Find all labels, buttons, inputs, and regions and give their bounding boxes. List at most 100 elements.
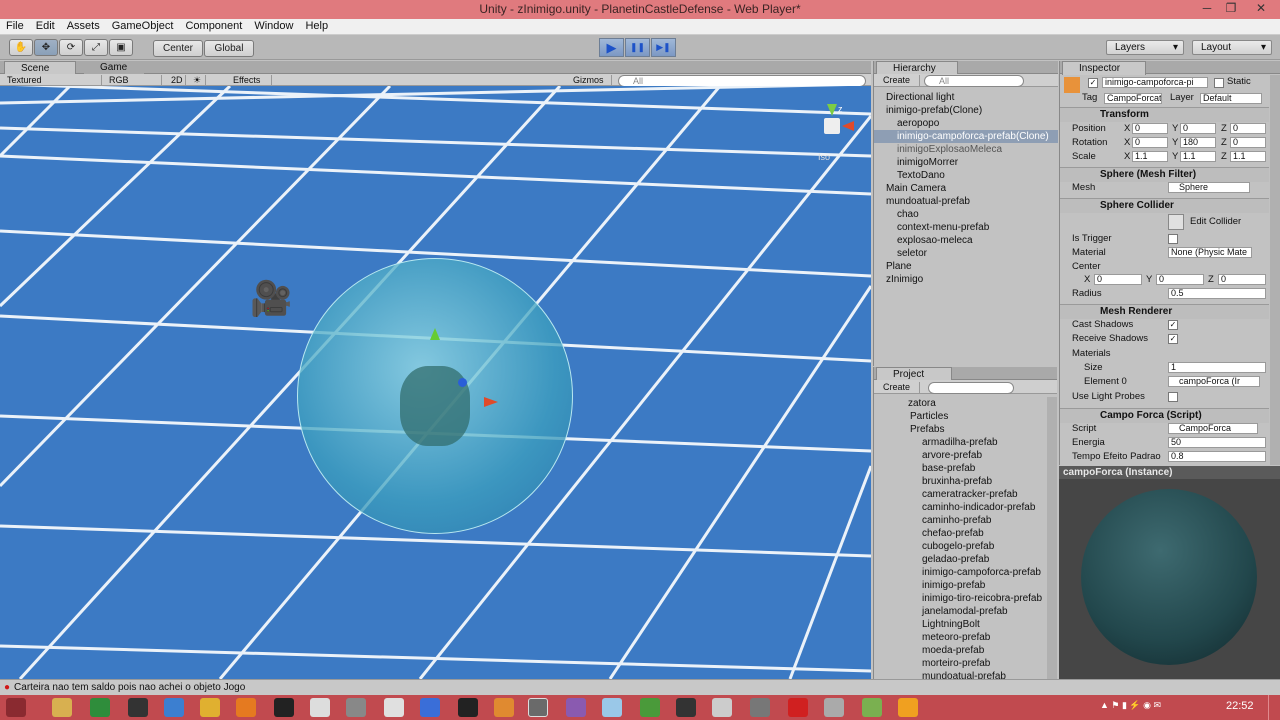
list-item-selected[interactable]: inimigo-campoforca-prefab(Clone)	[874, 130, 1058, 143]
list-item[interactable]: mundoatual-prefab	[874, 670, 1044, 679]
app-icon[interactable]	[384, 698, 404, 717]
cast-shadows-checkbox[interactable]: ✓	[1168, 320, 1178, 330]
show-desktop-button[interactable]	[1268, 695, 1280, 720]
start-icon[interactable]	[6, 698, 26, 717]
list-item[interactable]: base-prefab	[874, 462, 1044, 475]
project-create-dropdown[interactable]: Create	[878, 382, 920, 394]
app-icon[interactable]	[566, 698, 586, 717]
element-field[interactable]: campoForca (Ir	[1168, 376, 1260, 387]
list-item[interactable]: bruxinha-prefab	[874, 475, 1044, 488]
menu-assets[interactable]: Assets	[61, 19, 106, 34]
list-item[interactable]: mundoatual-prefab	[874, 195, 1058, 208]
material-field[interactable]: None (Physic Mate	[1168, 247, 1252, 258]
project-search-input[interactable]	[928, 382, 1014, 394]
tab-inspector[interactable]: Inspector	[1062, 61, 1146, 75]
campo-forca-header[interactable]: Campo Forca (Script)	[1060, 408, 1269, 423]
app-icon[interactable]	[346, 698, 366, 717]
cmd-icon[interactable]	[128, 698, 148, 717]
position-y-field[interactable]: 0	[1180, 123, 1216, 134]
camera-gizmo-icon[interactable]: 🎥	[250, 282, 304, 318]
filezilla-icon[interactable]	[788, 698, 808, 717]
app-icon[interactable]	[676, 698, 696, 717]
energia-field[interactable]: 50	[1168, 437, 1266, 448]
excel-icon[interactable]	[90, 698, 110, 717]
rect-tool-icon[interactable]: ▣	[109, 39, 133, 56]
taskbar-clock[interactable]: 22:52	[1226, 700, 1254, 712]
menu-file[interactable]: File	[0, 19, 30, 34]
center-y-field[interactable]: 0	[1156, 274, 1204, 285]
hand-tool-icon[interactable]: ✋	[9, 39, 33, 56]
list-item[interactable]: caminho-prefab	[874, 514, 1044, 527]
list-item[interactable]: Main Camera	[874, 182, 1058, 195]
scale-z-field[interactable]: 1.1	[1230, 151, 1266, 162]
is-trigger-checkbox[interactable]	[1168, 234, 1178, 244]
layout-dropdown[interactable]: Layout	[1192, 40, 1272, 55]
list-item[interactable]: moeda-prefab	[874, 644, 1044, 657]
global-toggle[interactable]: Global	[204, 40, 254, 57]
mesh-filter-header[interactable]: Sphere (Mesh Filter)	[1060, 167, 1269, 182]
center-x-field[interactable]: 0	[1094, 274, 1142, 285]
list-item[interactable]: inimigoExplosaoMeleca	[874, 143, 1058, 156]
position-x-field[interactable]: 0	[1132, 123, 1168, 134]
layer-dropdown[interactable]: Default	[1200, 93, 1262, 104]
menu-help[interactable]: Help	[299, 19, 334, 34]
list-item[interactable]: explosao-meleca	[874, 234, 1058, 247]
rotation-z-field[interactable]: 0	[1230, 137, 1266, 148]
list-item[interactable]: geladao-prefab	[874, 553, 1044, 566]
tab-game[interactable]: Game	[84, 61, 144, 75]
object-name-field[interactable]: inimigo-campoforca-pi	[1102, 77, 1208, 88]
script-field[interactable]: CampoForca	[1168, 423, 1258, 434]
list-item[interactable]: inimigoMorrer	[874, 156, 1058, 169]
list-item[interactable]: caminho-indicador-prefab	[874, 501, 1044, 514]
transform-header[interactable]: Transform	[1060, 107, 1269, 122]
scale-x-field[interactable]: 1.1	[1132, 151, 1168, 162]
list-item[interactable]: armadilha-prefab	[874, 436, 1044, 449]
list-item[interactable]: arvore-prefab	[874, 449, 1044, 462]
list-item[interactable]: inimigo-prefab(Clone)	[874, 104, 1058, 117]
material-preview[interactable]	[1059, 479, 1280, 679]
app-icon[interactable]	[458, 698, 478, 717]
inspector-scrollbar[interactable]	[1270, 75, 1280, 465]
list-item[interactable]: zInimigo	[874, 273, 1058, 286]
rotation-x-field[interactable]: 0	[1132, 137, 1168, 148]
center-toggle[interactable]: Center	[153, 40, 203, 57]
list-item[interactable]: TextoDano	[874, 169, 1058, 182]
list-item[interactable]: context-menu-prefab	[874, 221, 1058, 234]
position-z-field[interactable]: 0	[1230, 123, 1266, 134]
list-item[interactable]: inimigo-tiro-reicobra-prefab	[874, 592, 1044, 605]
list-item[interactable]: zatora	[874, 397, 1044, 410]
static-checkbox[interactable]	[1214, 78, 1224, 88]
list-item[interactable]: chefao-prefab	[874, 527, 1044, 540]
list-item[interactable]: aeropopo	[874, 117, 1058, 130]
close-button[interactable]: ✕	[1244, 0, 1278, 19]
menu-component[interactable]: Component	[179, 19, 248, 34]
step-button[interactable]: ▶❚	[651, 38, 676, 57]
list-item[interactable]: Particles	[874, 410, 1044, 423]
center-z-field[interactable]: 0	[1218, 274, 1266, 285]
list-item[interactable]: meteoro-prefab	[874, 631, 1044, 644]
app-icon[interactable]	[420, 698, 440, 717]
mesh-field[interactable]: Sphere	[1168, 182, 1250, 193]
list-item[interactable]: Plane	[874, 260, 1058, 273]
list-item[interactable]: morteiro-prefab	[874, 657, 1044, 670]
firefox-icon[interactable]	[236, 698, 256, 717]
preview-header[interactable]: campoForca (Instance)	[1059, 466, 1280, 479]
play-button[interactable]: ▶	[599, 38, 624, 57]
project-scrollbar[interactable]	[1047, 397, 1057, 679]
radius-field[interactable]: 0.5	[1168, 288, 1266, 299]
menu-window[interactable]: Window	[248, 19, 299, 34]
scale-y-field[interactable]: 1.1	[1180, 151, 1216, 162]
app-icon[interactable]	[862, 698, 882, 717]
list-item[interactable]: seletor	[874, 247, 1058, 260]
explorer-icon[interactable]	[52, 698, 72, 717]
minimize-button[interactable]: ─	[1194, 0, 1220, 19]
list-item[interactable]: cameratracker-prefab	[874, 488, 1044, 501]
scene-view[interactable]: 🎥 z Iso	[0, 86, 871, 679]
mesh-renderer-header[interactable]: Mesh Renderer	[1060, 304, 1269, 319]
app-icon[interactable]	[494, 698, 514, 717]
gizmo-z-arrow-icon[interactable]	[458, 378, 467, 387]
app-icon[interactable]	[602, 698, 622, 717]
tab-scene[interactable]: Scene	[4, 61, 76, 75]
app-icon[interactable]	[310, 698, 330, 717]
menu-gameobject[interactable]: GameObject	[106, 19, 180, 34]
